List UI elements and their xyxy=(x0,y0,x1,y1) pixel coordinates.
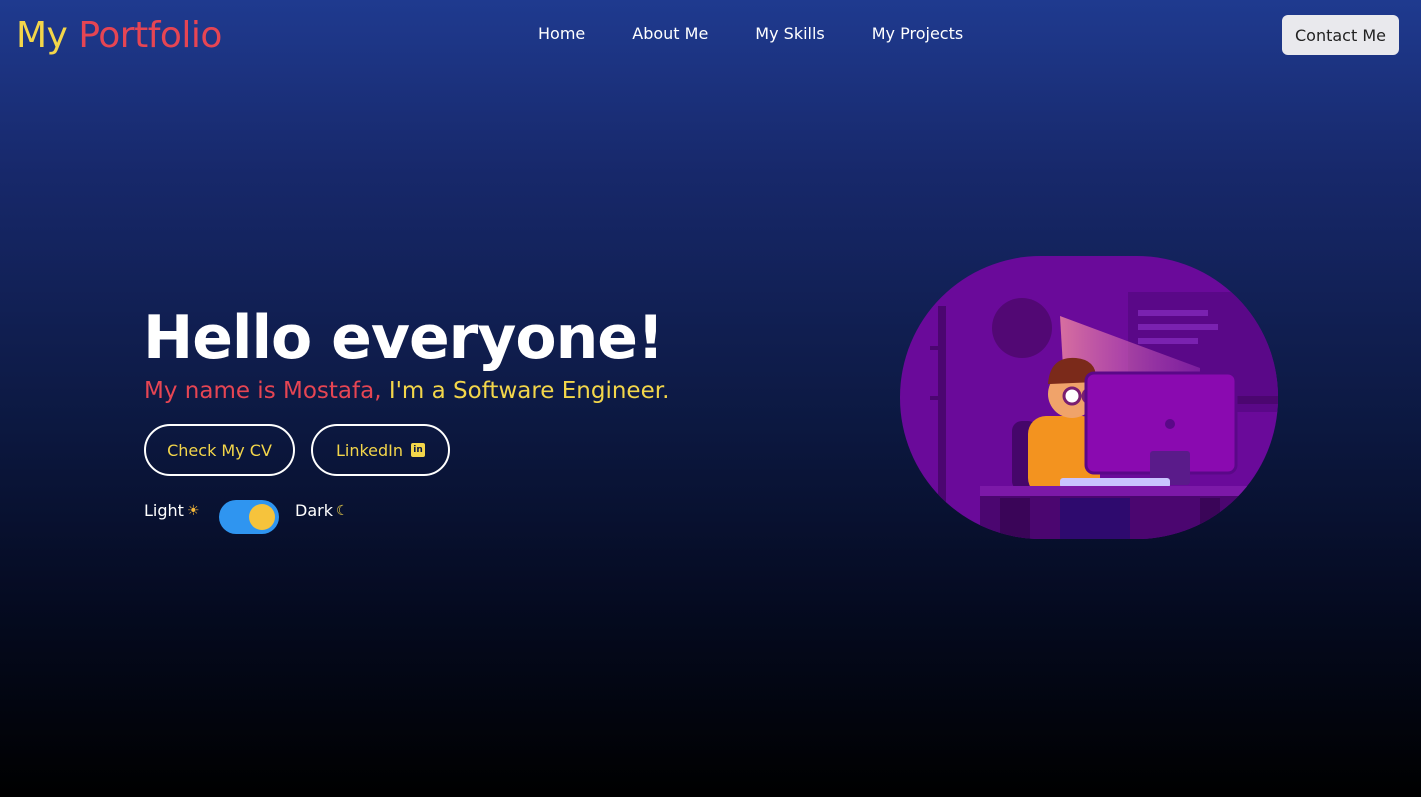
toggle-knob xyxy=(249,504,275,530)
nav-item-about-me[interactable]: About Me xyxy=(632,24,708,44)
theme-toggle[interactable] xyxy=(219,500,279,534)
nav-item-my-projects[interactable]: My Projects xyxy=(872,24,963,44)
linkedin-icon: in xyxy=(411,443,426,457)
nav-item-my-skills[interactable]: My Skills xyxy=(755,24,824,44)
moon-icon: ☾ xyxy=(335,503,349,519)
logo-part-portfolio: Portfolio xyxy=(78,15,222,56)
main-nav: Home About Me My Skills My Projects xyxy=(538,24,963,44)
light-label-text: Light xyxy=(144,501,184,520)
theme-dark-label: Dark ☾ xyxy=(295,501,349,521)
dark-label-text: Dark xyxy=(295,501,333,520)
tagline-name: My name is Mostafa, xyxy=(144,378,382,404)
logo-part-my: My xyxy=(16,15,68,56)
sun-icon: ☀ xyxy=(186,503,200,519)
theme-light-label: Light ☀ xyxy=(144,501,200,521)
linkedin-label: LinkedIn xyxy=(335,440,404,460)
nav-item-home[interactable]: Home xyxy=(538,24,585,44)
hero-tagline: My name is Mostafa, I'm a Software Engin… xyxy=(144,376,669,406)
tagline-role: I'm a Software Engineer. xyxy=(388,378,670,404)
check-cv-button[interactable]: Check My CV xyxy=(144,424,295,476)
developer-illustration xyxy=(900,256,1278,539)
contact-me-button[interactable]: Contact Me xyxy=(1282,15,1399,55)
linkedin-button[interactable]: LinkedIn in xyxy=(311,424,450,476)
hero-title: Hello everyone! xyxy=(143,303,664,373)
site-logo[interactable]: My Portfolio xyxy=(16,14,222,58)
check-cv-label: Check My CV xyxy=(167,440,272,460)
